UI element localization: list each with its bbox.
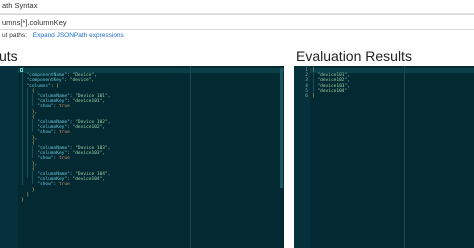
indent-guide — [27, 88, 28, 178]
input-code-editor[interactable]: { "componentName": "Device", "componentK… — [0, 66, 284, 248]
code-line: ] — [312, 94, 315, 99]
indent-guide — [32, 145, 33, 158]
results-heading: Evaluation Results — [296, 48, 412, 64]
code-line: "device104" — [317, 88, 348, 94]
result-editor-print-margin — [404, 66, 405, 248]
line-number: 6 — [305, 94, 308, 99]
indent-guide — [32, 171, 33, 184]
bracket-match-marker — [20, 68, 23, 72]
jsonpath-input[interactable] — [0, 14, 474, 30]
indent-guide — [32, 119, 33, 132]
input-editor-print-margin — [190, 66, 191, 248]
input-editor-gutter — [0, 66, 18, 248]
syntax-header: ath Syntax — [0, 0, 474, 14]
code-line: } — [21, 198, 24, 203]
indent-guide — [32, 93, 33, 106]
input-scrollbar[interactable] — [280, 68, 283, 188]
result-code-editor[interactable]: 123456 [ "device101", "device102", "devi… — [294, 66, 474, 248]
expand-jsonpath-link[interactable]: Expand JSONPath expressions — [33, 32, 124, 39]
indent-guide — [22, 73, 23, 185]
output-paths-row: ut paths: Expand JSONPath expressions — [2, 32, 124, 39]
output-paths-label: ut paths: — [2, 32, 27, 39]
syntax-label: ath Syntax — [2, 1, 38, 10]
indent-guide — [313, 73, 314, 93]
inputs-heading: uts — [0, 48, 18, 64]
result-editor-gutter: 123456 — [294, 66, 310, 248]
